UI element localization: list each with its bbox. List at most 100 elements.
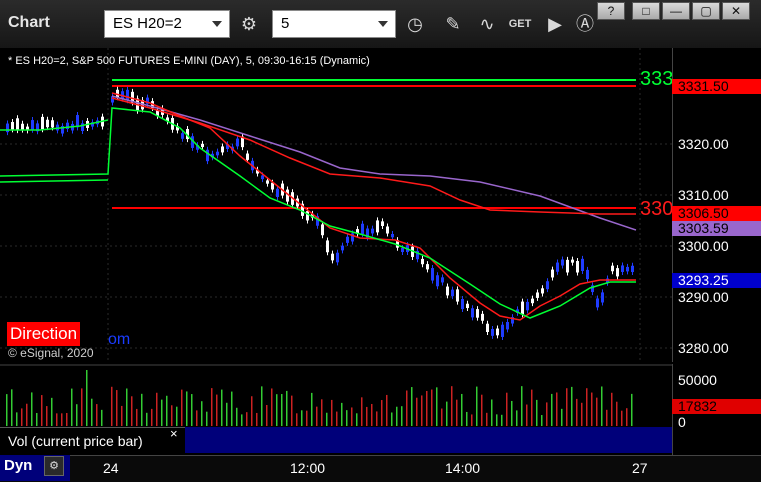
- symbol-dropdown[interactable]: ES H20=2: [104, 10, 230, 38]
- candle: [576, 261, 579, 273]
- volume-bar: [396, 406, 398, 426]
- volume-bar: [21, 408, 23, 426]
- x-tick: 27: [632, 460, 648, 476]
- font-a-icon[interactable]: Ⓐ: [570, 10, 600, 38]
- candle: [481, 313, 484, 321]
- candle: [546, 281, 549, 290]
- volume-bar: [261, 386, 263, 426]
- volume-bar: [81, 388, 83, 426]
- volume-bar: [221, 389, 223, 426]
- volume-bar: [196, 410, 198, 426]
- candle: [611, 265, 614, 272]
- candle: [581, 258, 584, 271]
- volume-bar: [6, 394, 8, 426]
- candle: [556, 262, 559, 272]
- volume-legend[interactable]: Vol (current price bar): [0, 427, 185, 453]
- volume-bar: [31, 392, 33, 426]
- volume-bar: [46, 406, 48, 426]
- volume-bar: [501, 414, 503, 426]
- volume-bar: [546, 402, 548, 426]
- candle: [336, 252, 339, 263]
- volume-bar: [371, 403, 373, 426]
- candle: [331, 253, 334, 261]
- volume-bar: [326, 412, 328, 426]
- minimize-button[interactable]: —: [662, 2, 690, 20]
- help-button[interactable]: ?: [597, 2, 625, 20]
- candle: [221, 146, 224, 153]
- volume-bar: [16, 412, 18, 426]
- candle: [521, 301, 524, 315]
- volume-bar: [141, 393, 143, 426]
- lock-icon[interactable]: ⚙: [44, 456, 64, 476]
- volume-bar: [536, 399, 538, 426]
- volume-bar: [291, 395, 293, 426]
- chevron-down-icon: [378, 21, 388, 27]
- com-link[interactable]: om: [108, 331, 130, 349]
- volume-bar: [406, 390, 408, 426]
- volume-chart[interactable]: [0, 364, 672, 426]
- candle: [616, 268, 619, 277]
- candle: [536, 292, 539, 298]
- volume-bar: [596, 397, 598, 426]
- close-icon[interactable]: ×: [170, 426, 178, 441]
- candle: [381, 221, 384, 226]
- volume-bar: [156, 392, 158, 426]
- close-button[interactable]: ✕: [722, 2, 750, 20]
- candle: [506, 322, 509, 330]
- volume-bar: [456, 399, 458, 426]
- volume-bar: [356, 413, 358, 426]
- volume-bar: [56, 413, 58, 426]
- volume-bar: [496, 414, 498, 426]
- symbol-value: ES H20=2: [113, 15, 182, 32]
- volume-bar: [426, 390, 428, 426]
- volume-bar: [336, 411, 338, 426]
- volume-bar: [506, 392, 508, 426]
- volume-bar: [146, 412, 148, 426]
- candle: [441, 277, 444, 283]
- candle: [561, 259, 564, 266]
- candle: [631, 265, 634, 273]
- candle: [41, 116, 44, 130]
- volume-bar: [616, 401, 618, 426]
- candle: [626, 266, 629, 272]
- candle: [421, 258, 424, 265]
- restore-button[interactable]: □: [632, 2, 660, 20]
- volume-bar: [281, 394, 283, 426]
- volume-bar: [271, 388, 273, 426]
- candle: [586, 269, 589, 280]
- volume-bar: [36, 412, 38, 426]
- candle: [371, 228, 374, 234]
- volume-bar: [41, 395, 43, 426]
- candle: [541, 288, 544, 294]
- volume-bar: [631, 393, 633, 426]
- volume-bar: [376, 411, 378, 426]
- study-icon[interactable]: ∿: [472, 10, 502, 38]
- volume-bar: [386, 394, 388, 426]
- candle: [431, 268, 434, 281]
- candle: [446, 286, 449, 296]
- candle: [111, 96, 114, 103]
- volume-bar: [286, 390, 288, 426]
- price-tag: 3303.59: [672, 221, 761, 236]
- y-tick: 3280.00: [678, 340, 729, 356]
- interval-dropdown[interactable]: 5: [272, 10, 396, 38]
- settings-icon[interactable]: ⚙: [234, 10, 264, 38]
- candle: [46, 119, 49, 128]
- candle: [246, 153, 249, 160]
- get-icon[interactable]: GET: [505, 10, 535, 38]
- volume-bar: [186, 391, 188, 426]
- volume-bar: [91, 398, 93, 426]
- maximize-button[interactable]: ▢: [692, 2, 720, 20]
- x-tick: 24: [103, 460, 119, 476]
- volume-bar: [171, 405, 173, 426]
- app-title: Chart: [8, 14, 50, 31]
- price-chart[interactable]: [0, 48, 672, 362]
- volume-bar: [161, 399, 163, 426]
- candle: [266, 180, 269, 184]
- dyn-label: Dyn: [4, 457, 33, 474]
- volume-bar: [201, 401, 203, 426]
- pencil-icon[interactable]: ✎: [438, 10, 468, 38]
- play-icon[interactable]: ▶: [540, 10, 570, 38]
- candle: [466, 303, 469, 309]
- clock-icon[interactable]: ◷: [400, 10, 430, 38]
